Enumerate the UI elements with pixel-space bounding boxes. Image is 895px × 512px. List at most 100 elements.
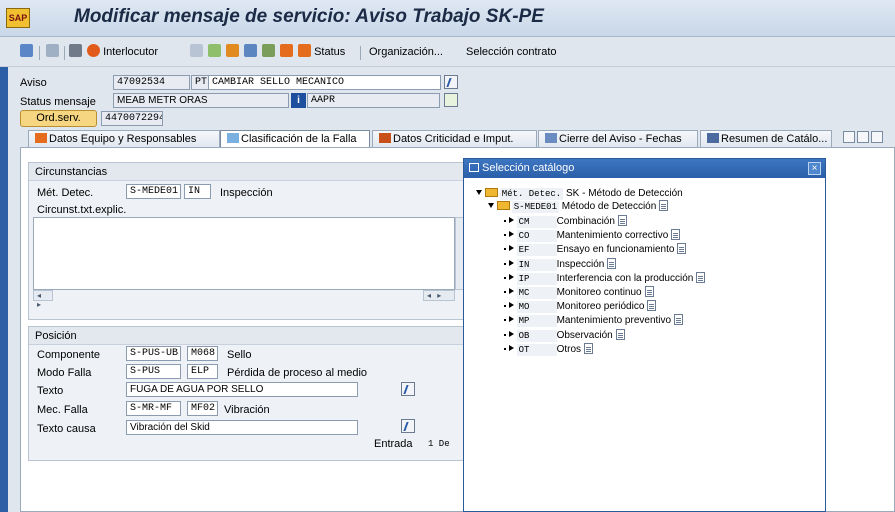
- tree-text: Método de Detección: [561, 201, 657, 212]
- expand-icon: [508, 302, 514, 309]
- status-check-icon[interactable]: [444, 93, 458, 107]
- status-icon: [298, 44, 311, 57]
- componente-group-field[interactable]: S-PUS-UB: [126, 346, 181, 361]
- componente-text: Sello: [227, 349, 252, 361]
- people-icon: [35, 133, 47, 143]
- toolbar-separator: [39, 46, 40, 60]
- folder-icon: [496, 201, 510, 210]
- attachment-icon[interactable]: [262, 44, 275, 60]
- met-detec-code-field[interactable]: IN: [184, 184, 211, 199]
- print-icon[interactable]: [226, 44, 239, 60]
- circunst-textarea[interactable]: [33, 217, 455, 290]
- tab-label: Datos Equipo y Responsables: [49, 133, 197, 145]
- tab-clasificacion-falla[interactable]: Clasificación de la Falla: [220, 130, 370, 147]
- catalog-item-mp[interactable]: MP Mantenimiento preventivo: [504, 314, 684, 328]
- ord-serv-button[interactable]: Ord.serv.: [20, 110, 97, 127]
- tab-scroll-right-icon[interactable]: [857, 131, 869, 143]
- tree-code: CO: [516, 230, 557, 243]
- expand-icon: [508, 245, 514, 252]
- entrada-label: Entrada: [374, 438, 413, 450]
- status-button[interactable]: Status: [298, 44, 345, 60]
- texto-edit-icon[interactable]: [401, 382, 415, 396]
- mec-falla-group-field[interactable]: S-MR-MF: [126, 401, 181, 416]
- right-scroll-arrows[interactable]: ◂ ▸: [423, 290, 455, 301]
- aviso-number-field: 47092534: [113, 75, 190, 90]
- tab-scroll-left-icon[interactable]: [843, 131, 855, 143]
- tree-line-dot: [504, 347, 506, 350]
- modo-falla-code-field[interactable]: ELP: [187, 364, 218, 379]
- close-icon[interactable]: ×: [808, 162, 821, 175]
- tab-navigation: [843, 131, 885, 145]
- sap-menu-icon[interactable]: SAP: [6, 8, 30, 28]
- catalog-item-mc[interactable]: MC Monitoreo continuo: [504, 286, 654, 299]
- tree-line-dot: [504, 234, 506, 237]
- tree-line-dot: [504, 262, 506, 265]
- mec-falla-label: Mec. Falla: [37, 404, 88, 416]
- posicion-title: Posición: [29, 327, 467, 345]
- binoculars-icon[interactable]: [69, 44, 82, 60]
- met-detec-text: Inspección: [220, 187, 273, 199]
- dialog-title-bar: Selección catálogo: [464, 159, 825, 178]
- tree-code: MC: [516, 287, 557, 299]
- flag-icon[interactable]: [46, 44, 59, 60]
- document-icon: [696, 271, 706, 283]
- document-icon[interactable]: [190, 44, 203, 60]
- tab-resumen-catalogo[interactable]: Resumen de Catálo...: [700, 130, 832, 147]
- refresh-icon[interactable]: [20, 44, 33, 60]
- info-icon[interactable]: i: [291, 93, 306, 108]
- truck-icon[interactable]: [280, 44, 293, 60]
- classification-icon: [227, 133, 239, 143]
- filter-icon[interactable]: [244, 44, 257, 60]
- aviso-description-field[interactable]: CAMBIAR SELLO MECANICO: [208, 75, 441, 90]
- expand-icon: [508, 344, 514, 351]
- edit-long-text-icon[interactable]: [444, 75, 458, 89]
- catalog-item-ip[interactable]: IP Interferencia con la producción: [504, 271, 706, 285]
- catalog-item-mo[interactable]: MO Monitoreo periódico: [504, 300, 657, 314]
- componente-code-field[interactable]: M068: [187, 346, 218, 361]
- tree-code: EF: [516, 244, 557, 257]
- copy-icon[interactable]: [208, 44, 221, 60]
- document-icon: [671, 229, 681, 241]
- left-scroll-arrows[interactable]: ◂ ▸: [33, 290, 53, 309]
- tree-line-dot: [504, 291, 506, 293]
- tab-strip: Datos Equipo y Responsables Clasificació…: [20, 130, 895, 147]
- tab-cierre-aviso[interactable]: Cierre del Aviso - Fechas: [538, 130, 698, 147]
- modo-falla-group-field[interactable]: S-PUS: [126, 364, 181, 379]
- organizacion-button[interactable]: Organización...: [369, 44, 443, 60]
- status-label: Status: [314, 46, 346, 58]
- tab-list-icon[interactable]: [871, 131, 883, 143]
- catalog-item-ef[interactable]: EF Ensayo en funcionamiento: [504, 243, 687, 257]
- catalog-item-ot[interactable]: OT Otros: [504, 342, 594, 356]
- document-icon: [659, 200, 669, 211]
- circunst-txt-label: Circunst.txt.explic.: [37, 204, 127, 216]
- modo-falla-text: Pérdida de proceso al medio: [227, 367, 368, 379]
- texto-causa-edit-icon[interactable]: [401, 419, 415, 433]
- expand-icon: [508, 273, 514, 280]
- tree-text: Monitoreo periódico: [556, 301, 645, 313]
- catalog-item-co[interactable]: CO Mantenimiento correctivo: [504, 229, 681, 243]
- catalog-tree: Mét. Detec. SK - Método de Detección S-M…: [466, 182, 823, 509]
- expand-icon: [508, 231, 514, 238]
- mec-falla-code-field[interactable]: MF02: [187, 401, 218, 416]
- tree-group[interactable]: S-MEDE01 Método de Detección: [488, 200, 669, 213]
- tree-root[interactable]: Mét. Detec. SK - Método de Detección: [476, 188, 683, 200]
- texto-field[interactable]: FUGA DE AGUA POR SELLO: [126, 382, 358, 397]
- catalog-item-in[interactable]: IN Inspección: [504, 257, 617, 271]
- interlocutor-button[interactable]: Interlocutor: [87, 44, 158, 60]
- tab-label: Resumen de Catálo...: [721, 133, 828, 145]
- expand-icon: [508, 316, 514, 323]
- modo-falla-label: Modo Falla: [37, 367, 92, 379]
- seleccion-contrato-button[interactable]: Selección contrato: [466, 44, 557, 60]
- met-detec-group-field[interactable]: S-MEDE01: [126, 184, 181, 199]
- tab-datos-equipo[interactable]: Datos Equipo y Responsables: [28, 130, 220, 147]
- document-icon: [644, 286, 654, 297]
- expand-icon: [508, 217, 514, 223]
- texto-causa-field[interactable]: Vibración del Skid: [126, 420, 358, 435]
- toolbar-separator: [360, 46, 361, 60]
- pencil-icon: [707, 133, 719, 143]
- page-title: Modificar mensaje de servicio: Aviso Tra…: [74, 6, 544, 27]
- catalog-item-cm[interactable]: CM Combinación: [504, 215, 627, 228]
- tab-datos-criticidad[interactable]: Datos Criticidad e Imput.: [372, 130, 537, 147]
- catalog-item-ob[interactable]: OB Observación: [504, 328, 625, 342]
- tree-text: Interferencia con la producción: [556, 272, 694, 284]
